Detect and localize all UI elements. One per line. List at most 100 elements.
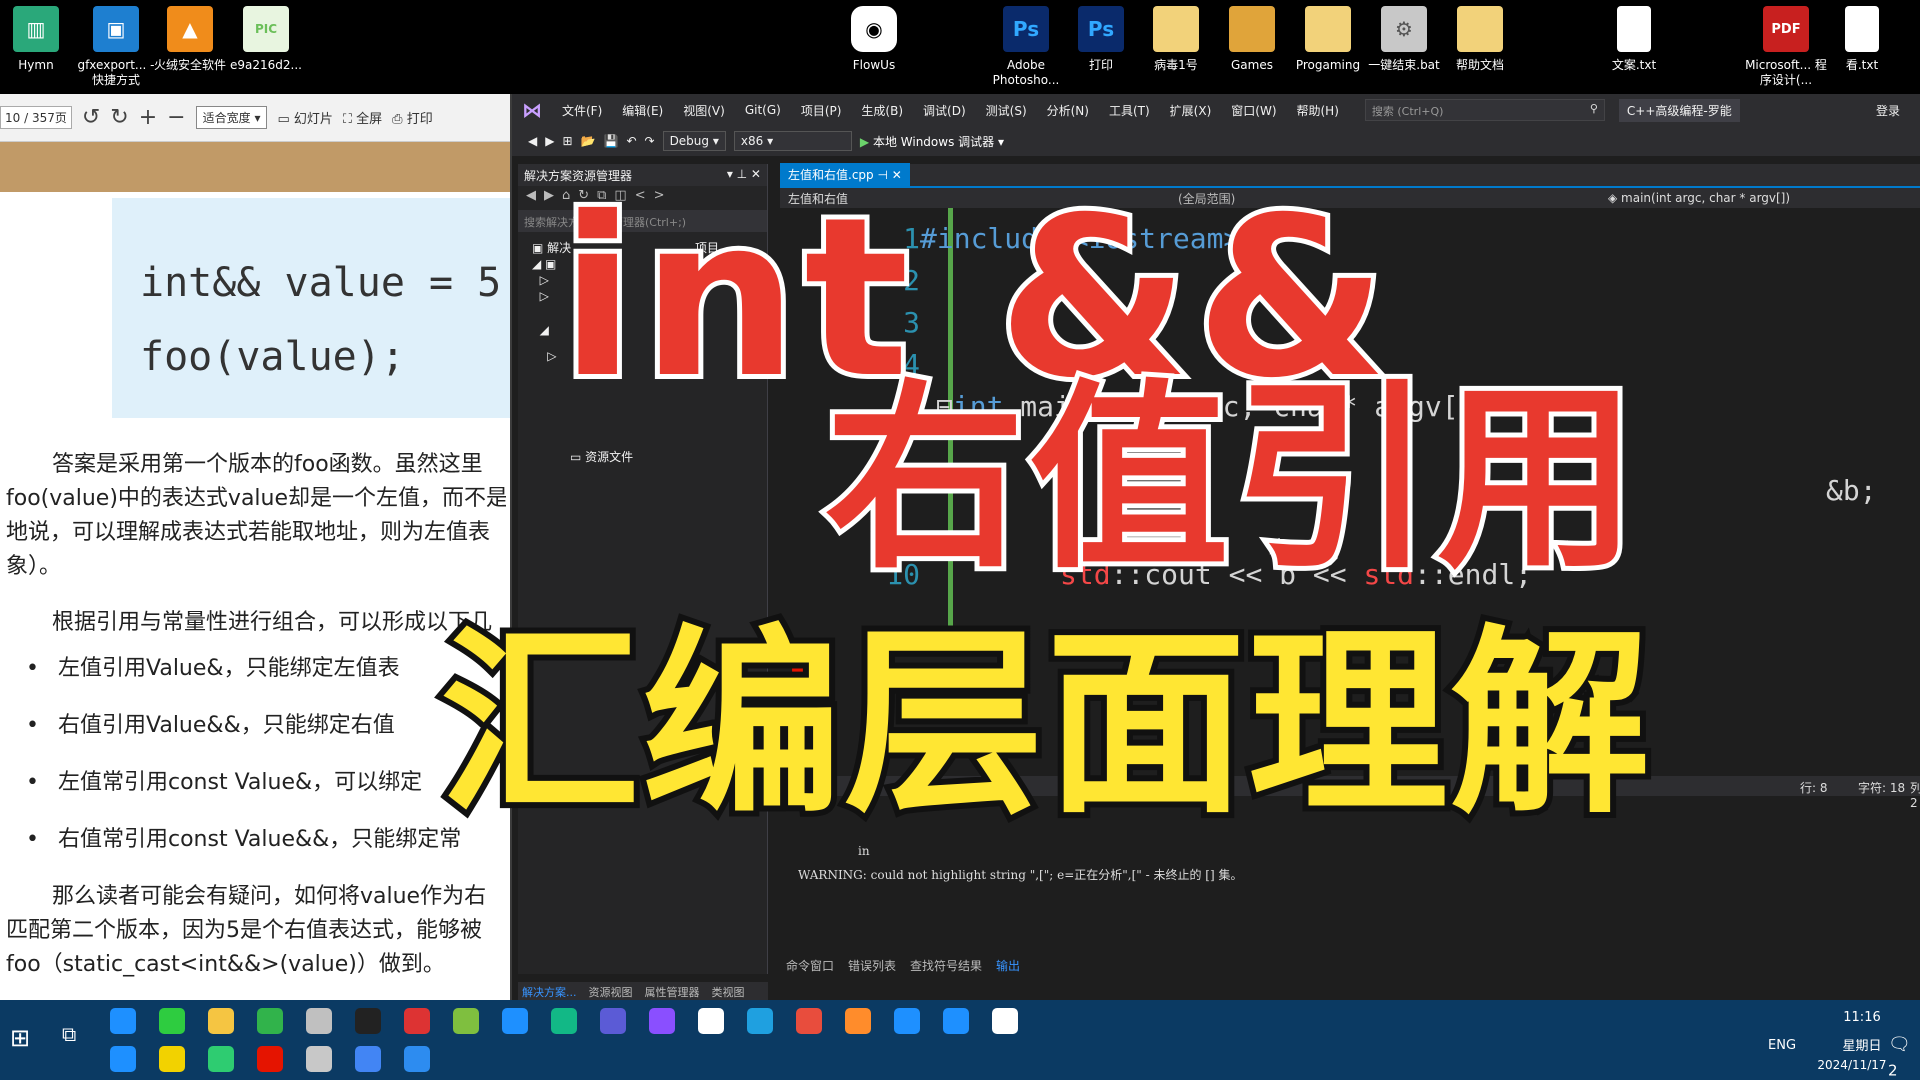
output-panel-tabs: 命令窗口 错误列表 查找符号结果 输出 [786,957,1020,974]
taskbar-app-icon[interactable] [159,1046,185,1072]
print-button[interactable]: ⎙ 打印 [392,108,433,127]
taskbar-app-icon[interactable] [796,1008,822,1034]
nav-function-select[interactable]: ◈ main(int argc, char * argv[]) [1600,191,1920,205]
taskbar-app-icon[interactable] [453,1008,479,1034]
sign-in-link[interactable]: 登录 [1876,102,1920,119]
tab-error-list[interactable]: 错误列表 [848,957,896,974]
menu-build[interactable]: 生成(B) [851,102,913,119]
tab-find-symbol-results[interactable]: 查找符号结果 [910,957,982,974]
taskbar-app-icon[interactable] [306,1046,332,1072]
tab-solution-explorer[interactable]: 解决方案... [522,984,577,999]
page-indicator[interactable]: 10 / 357页 [0,106,72,129]
rotate-left-icon[interactable]: ↺ [82,105,100,130]
taskbar-app-icon[interactable] [894,1008,920,1034]
slideshow-button[interactable]: ▭ 幻灯片 [277,108,332,127]
navigate-forward-icon[interactable]: ▶ [545,134,554,148]
menu-test[interactable]: 测试(S) [976,102,1037,119]
menu-view[interactable]: 视图(V) [673,102,735,119]
clock-weekday[interactable]: 星期日 [1827,1035,1897,1054]
taskbar-app-icon[interactable] [404,1008,430,1034]
navigate-back-icon[interactable]: ◀ [528,134,537,148]
hymn-app-icon: ▥ [13,6,59,52]
taskbar-app-icon[interactable] [551,1008,577,1034]
pdf-text-line: 那么读者可能会有疑问，如何将value作为右 [52,884,487,909]
taskbar-app-icon[interactable] [355,1046,381,1072]
taskbar-app-icon[interactable] [257,1046,283,1072]
desktop-icon-kan[interactable]: 看.txt [1816,6,1908,73]
clock-date[interactable]: 2024/11/17 [1802,1058,1902,1072]
taskbar-app-icon[interactable] [943,1008,969,1034]
tab-resource-view[interactable]: 资源视图 [589,984,633,999]
taskbar-app-icon[interactable] [159,1008,185,1034]
menu-project[interactable]: 项目(P) [791,102,852,119]
output-warning-text: WARNING: could not highlight string ",["… [798,868,1243,882]
save-icon[interactable]: 💾 [603,134,618,148]
taskbar-app-icon[interactable] [208,1046,234,1072]
fullscreen-button[interactable]: ⛶ 全屏 [343,108,382,127]
platform-value: x86 [740,134,764,148]
tab-class-view[interactable]: 类视图 [712,984,745,999]
menu-git[interactable]: Git(G) [735,103,791,117]
tab-command-window[interactable]: 命令窗口 [786,957,834,974]
desktop-icon-image-file[interactable]: PIC e9a216d2... [220,6,312,73]
rotate-right-icon[interactable]: ↻ [110,105,128,130]
menu-file[interactable]: 文件(F) [552,102,612,119]
open-file-icon[interactable]: 📂 [581,134,596,148]
desktop-icon-wenan[interactable]: 文案.txt [1588,6,1680,73]
taskbar-app-icon[interactable] [600,1008,626,1034]
task-view-icon[interactable]: ⧉ [62,1022,76,1046]
pdf-paragraph: foo(value)中的表达式value却是一个左值，而不是 [6,482,506,516]
taskbar-app-icon[interactable] [355,1008,381,1034]
status-line: 行: 8 [1800,781,1828,795]
print-label: 打印 [406,112,433,127]
pdf-paragraph: 答案是采用第一个版本的foo函数。虽然这里 [6,448,506,482]
taskbar-app-icon[interactable] [110,1046,136,1072]
taskbar-app-icon[interactable] [845,1008,871,1034]
taskbar-app-icon[interactable] [649,1008,675,1034]
vs-search-input[interactable]: 搜索 (Ctrl+Q) ⚲ [1364,99,1605,121]
taskbar-app-icon[interactable] [208,1008,234,1034]
windows-start-icon[interactable]: ⊞ [10,1024,30,1052]
taskbar-app-icon[interactable] [698,1008,724,1034]
list-item: 左值引用Value&，只能绑定左值表 [26,652,506,686]
taskbar-app-icon[interactable] [404,1046,430,1072]
menu-extensions[interactable]: 扩展(X) [1160,102,1222,119]
clock-time[interactable]: 11:16 [1832,1010,1892,1025]
search-icon: ⚲ [1589,102,1598,115]
menu-tools[interactable]: 工具(T) [1099,102,1160,119]
taskbar-app-icon[interactable] [306,1008,332,1034]
new-project-icon[interactable]: ⊞ [562,134,572,148]
list-item: 右值引用Value&&，只能绑定右值 [26,709,506,743]
status-char: 字符: 18 [1858,781,1906,795]
menu-help[interactable]: 帮助(H) [1287,102,1349,119]
taskbar-app-icon[interactable] [110,1008,136,1034]
tab-property-manager[interactable]: 属性管理器 [645,984,700,999]
pdf-page-header-band [0,142,512,192]
zoom-out-icon[interactable]: − [167,105,185,130]
zoom-select[interactable]: 适合宽度 ▾ [195,106,268,129]
undo-icon[interactable]: ↶ [626,134,636,148]
taskbar-app-icon[interactable] [502,1008,528,1034]
menu-edit[interactable]: 编辑(E) [612,102,673,119]
pdf-body-text: 答案是采用第一个版本的foo函数。虽然这里 foo(value)中的表达式val… [6,448,506,1000]
menu-analyze[interactable]: 分析(N) [1037,102,1099,119]
start-debugging-button[interactable]: ▶ 本地 Windows 调试器 ▾ [860,133,1004,150]
pdf-paragraph: 象）。 [6,550,506,584]
taskbar-app-icon[interactable] [992,1008,1018,1034]
configuration-select[interactable]: Debug ▾ [662,131,726,151]
taskbar-app-icon[interactable] [747,1008,773,1034]
tree-item-resource-files[interactable]: ▭ 资源文件 [570,448,633,465]
flame-icon: ▲ [167,6,213,52]
notification-center-icon[interactable]: 🗨2 [1888,1034,1920,1080]
zoom-in-icon[interactable]: + [139,105,157,130]
taskbar-app-icon[interactable] [257,1008,283,1034]
platform-select[interactable]: x86 ▾ [733,131,852,151]
desktop-icon-flowus[interactable]: ◉ FlowUs [828,6,920,73]
menu-debug[interactable]: 调试(D) [913,102,976,119]
photoshop-icon: Ps [1003,6,1049,52]
menu-window[interactable]: 窗口(W) [1221,102,1286,119]
input-language[interactable]: ENG [1768,1038,1796,1053]
redo-icon[interactable]: ↷ [645,134,655,148]
desktop-icon-help[interactable]: 帮助文档 [1434,6,1526,73]
tab-output[interactable]: 输出 [996,957,1020,974]
